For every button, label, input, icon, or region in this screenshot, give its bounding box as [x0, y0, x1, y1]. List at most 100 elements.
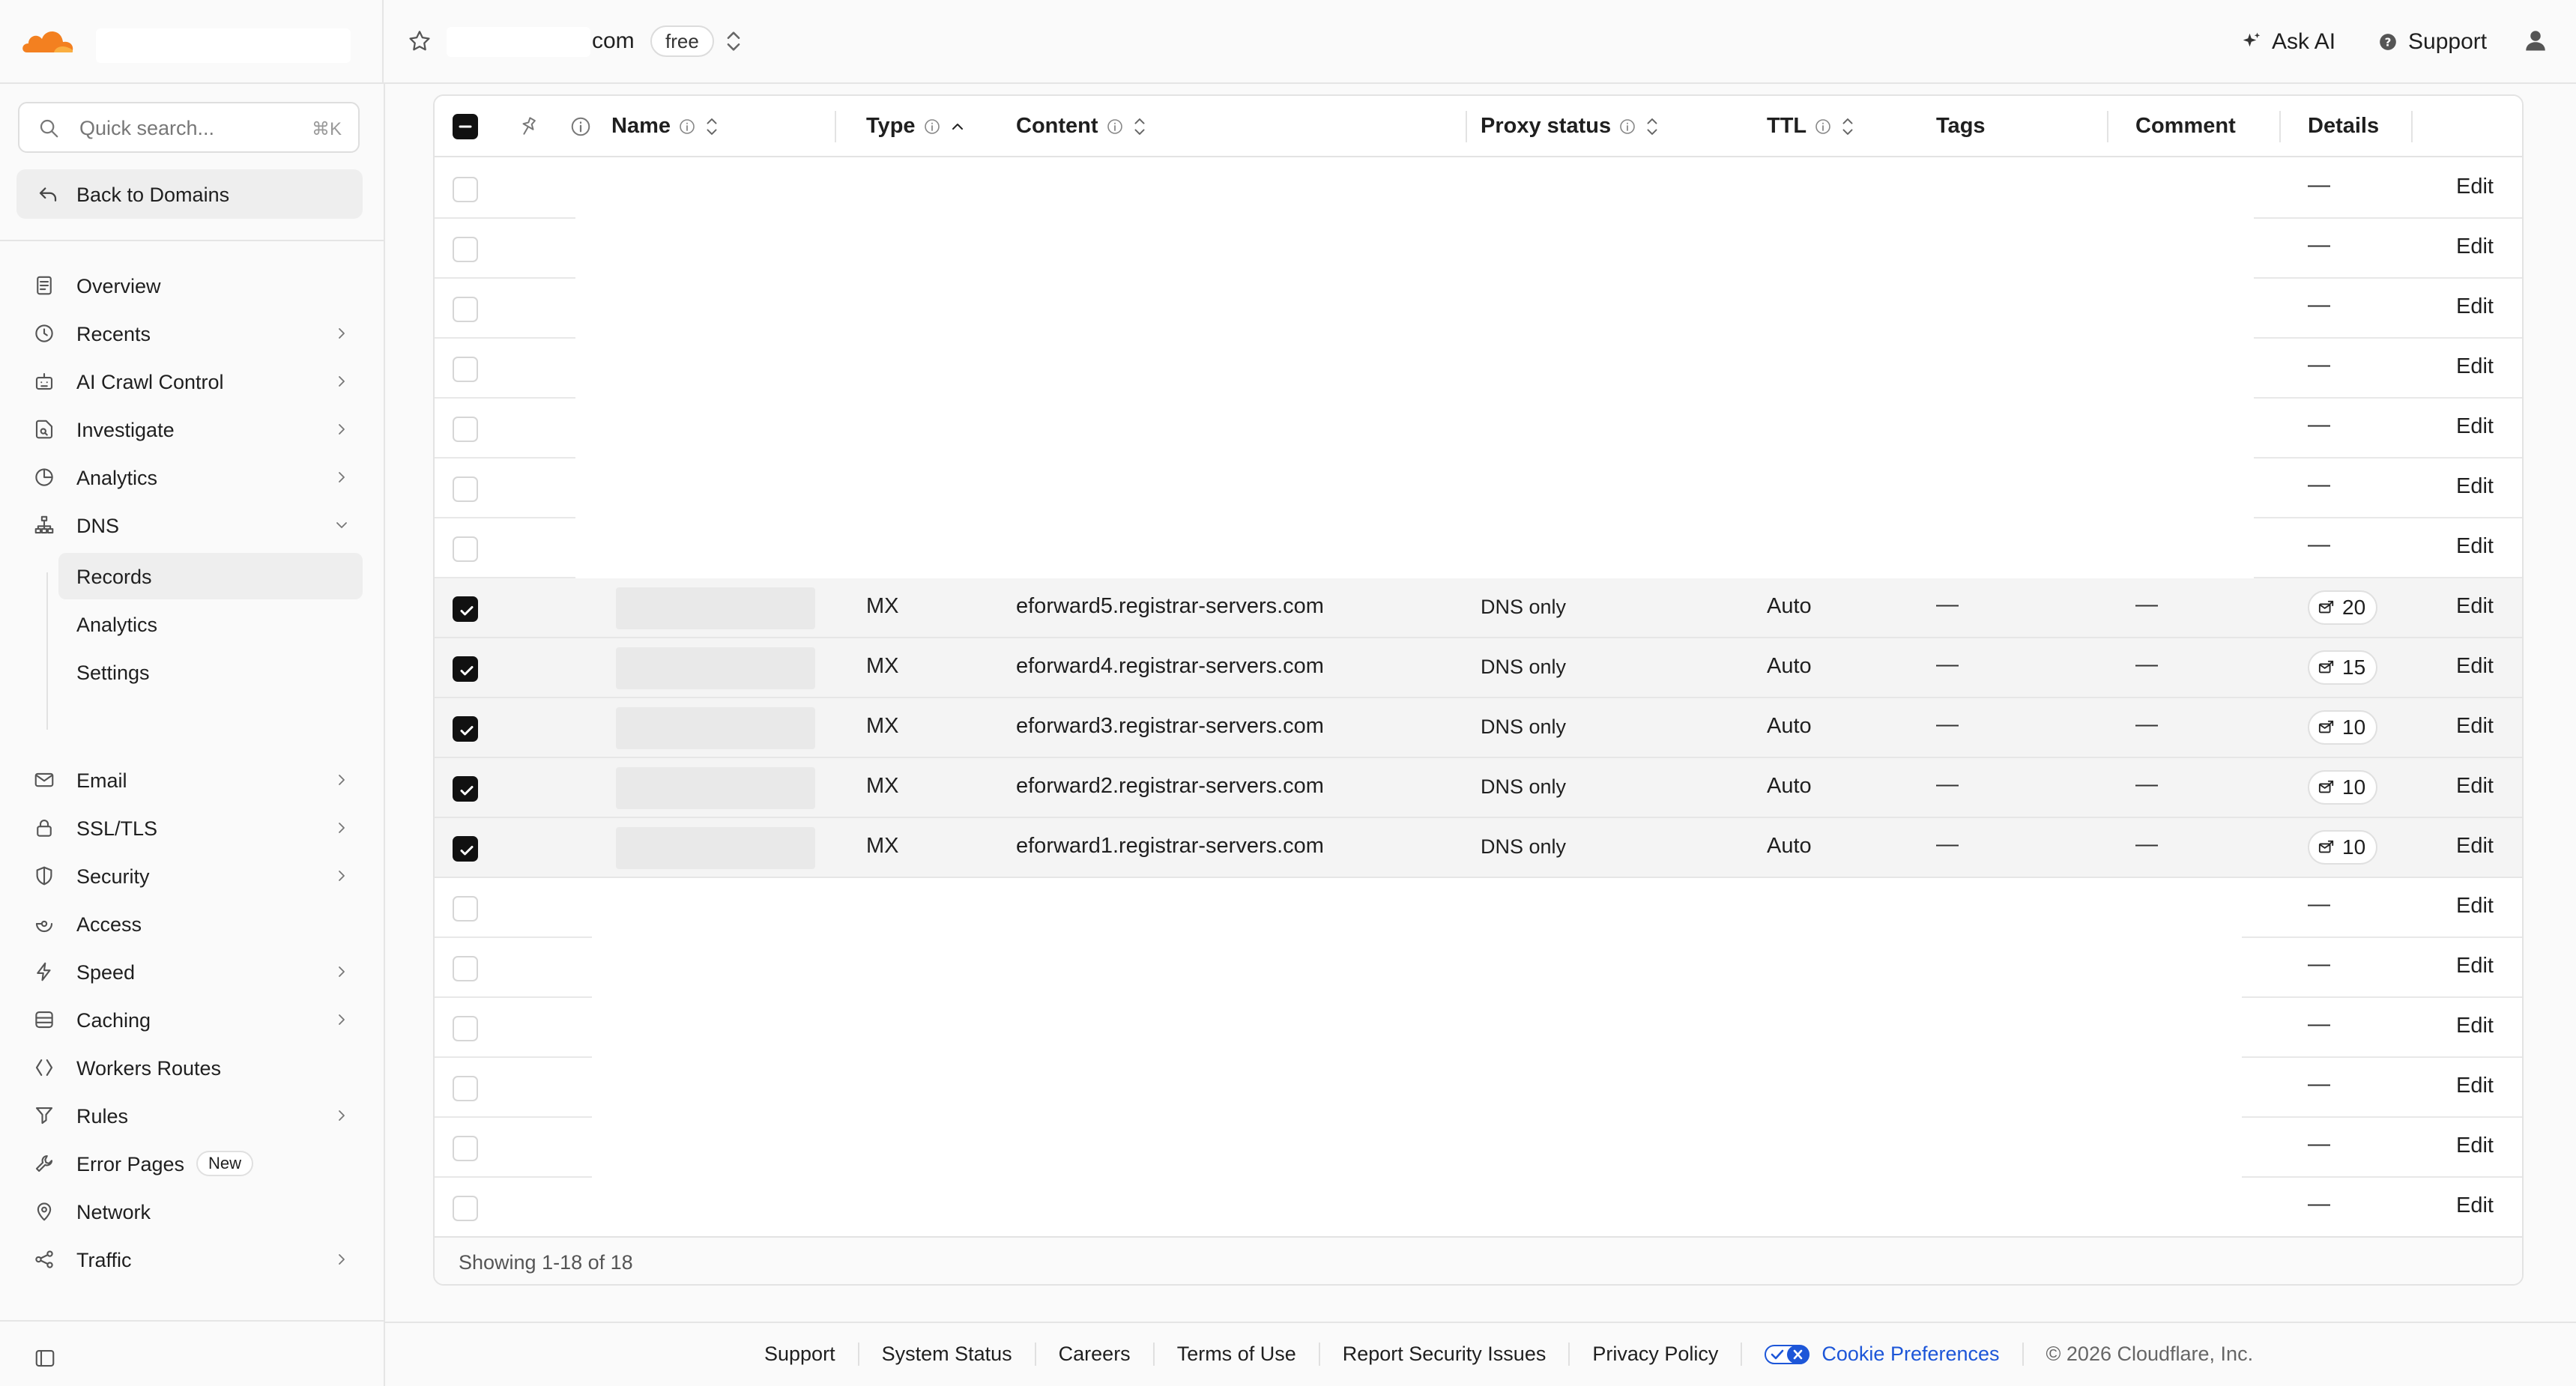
- back-to-domains-button[interactable]: Back to Domains: [16, 169, 363, 219]
- row-checkbox[interactable]: [453, 656, 478, 682]
- column-header-type[interactable]: Type: [866, 114, 967, 139]
- table-row[interactable]: — Edit: [435, 998, 2522, 1058]
- footer-link-terms-of-use[interactable]: Terms of Use: [1155, 1343, 1320, 1366]
- edit-button[interactable]: Edit: [2456, 534, 2494, 559]
- sidebar-item-dns[interactable]: DNS: [16, 502, 363, 548]
- column-header-ttl[interactable]: TTL: [1767, 114, 1856, 139]
- sidebar-item-ssl-tls[interactable]: SSL/TLS: [16, 805, 363, 851]
- table-row[interactable]: — Edit: [435, 878, 2522, 938]
- collapse-sidebar-icon[interactable]: [33, 1347, 57, 1370]
- row-checkbox[interactable]: [453, 417, 478, 442]
- row-checkbox[interactable]: [453, 896, 478, 922]
- column-header-name[interactable]: Name: [611, 114, 720, 139]
- table-row[interactable]: — Edit: [435, 339, 2522, 399]
- table-row[interactable]: MX eforward5.registrar-servers.com DNS o…: [435, 578, 2522, 638]
- sidebar-item-security[interactable]: Security: [16, 853, 363, 899]
- sidebar-subitem-dns-records[interactable]: Records: [58, 553, 363, 599]
- row-checkbox[interactable]: [453, 1196, 478, 1221]
- row-checkbox[interactable]: [453, 716, 478, 742]
- edit-button[interactable]: Edit: [2456, 175, 2494, 199]
- info-icon[interactable]: [569, 115, 592, 138]
- edit-button[interactable]: Edit: [2456, 414, 2494, 439]
- row-checkbox[interactable]: [453, 956, 478, 981]
- zone-switcher-icon[interactable]: [722, 28, 745, 54]
- footer-link-system-status[interactable]: System Status: [859, 1343, 1036, 1366]
- cloudflare-logo-icon[interactable]: [19, 22, 76, 58]
- edit-button[interactable]: Edit: [2456, 594, 2494, 619]
- sidebar-item-network[interactable]: Network: [16, 1188, 363, 1235]
- row-checkbox[interactable]: [453, 1076, 478, 1101]
- table-row[interactable]: — Edit: [435, 1178, 2522, 1238]
- star-icon[interactable]: [407, 28, 432, 54]
- row-checkbox[interactable]: [453, 177, 478, 202]
- table-row[interactable]: — Edit: [435, 219, 2522, 279]
- row-checkbox[interactable]: [453, 297, 478, 322]
- sidebar-item-investigate[interactable]: Investigate: [16, 406, 363, 453]
- edit-button[interactable]: Edit: [2456, 654, 2494, 679]
- sidebar-item-analytics[interactable]: Analytics: [16, 454, 363, 500]
- sidebar-subitem-dns-analytics[interactable]: Analytics: [58, 601, 363, 647]
- table-row[interactable]: MX eforward2.registrar-servers.com DNS o…: [435, 758, 2522, 818]
- table-row[interactable]: MX eforward1.registrar-servers.com DNS o…: [435, 818, 2522, 878]
- sidebar-item-ai-crawl-control[interactable]: AI Crawl Control: [16, 358, 363, 405]
- sidebar-item-caching[interactable]: Caching: [16, 996, 363, 1043]
- row-checkbox[interactable]: [453, 836, 478, 862]
- edit-button[interactable]: Edit: [2456, 1074, 2494, 1098]
- table-row[interactable]: MX eforward3.registrar-servers.com DNS o…: [435, 698, 2522, 758]
- sidebar-item-email[interactable]: Email: [16, 757, 363, 803]
- sidebar-item-recents[interactable]: Recents: [16, 310, 363, 357]
- edit-button[interactable]: Edit: [2456, 294, 2494, 319]
- edit-button[interactable]: Edit: [2456, 234, 2494, 259]
- sidebar-item-rules[interactable]: Rules: [16, 1092, 363, 1139]
- table-row[interactable]: MX eforward4.registrar-servers.com DNS o…: [435, 638, 2522, 698]
- row-checkbox[interactable]: [453, 1136, 478, 1161]
- row-checkbox[interactable]: [453, 776, 478, 802]
- pin-column-icon[interactable]: [517, 115, 539, 138]
- edit-button[interactable]: Edit: [2456, 354, 2494, 379]
- user-icon[interactable]: [2522, 27, 2549, 54]
- table-row[interactable]: — Edit: [435, 279, 2522, 339]
- ask-ai-button[interactable]: Ask AI: [2240, 25, 2335, 58]
- sidebar-item-workers-routes[interactable]: Workers Routes: [16, 1044, 363, 1091]
- footer-link-report-security-issues[interactable]: Report Security Issues: [1320, 1343, 1570, 1366]
- edit-button[interactable]: Edit: [2456, 954, 2494, 978]
- row-checkbox[interactable]: [453, 596, 478, 622]
- support-button[interactable]: ? Support: [2378, 25, 2487, 58]
- sort-icon: [1647, 118, 1657, 135]
- table-row[interactable]: — Edit: [435, 159, 2522, 219]
- sidebar-item-error-pages[interactable]: Error Pages New: [16, 1140, 363, 1187]
- footer-link-support[interactable]: Support: [764, 1343, 859, 1366]
- row-checkbox[interactable]: [453, 357, 478, 382]
- row-checkbox[interactable]: [453, 237, 478, 262]
- row-checkbox[interactable]: [453, 476, 478, 502]
- table-row[interactable]: — Edit: [435, 1118, 2522, 1178]
- sidebar-item-traffic[interactable]: Traffic: [16, 1236, 363, 1283]
- edit-button[interactable]: Edit: [2456, 474, 2494, 499]
- select-all-checkbox[interactable]: [453, 114, 478, 139]
- sidebar-item-speed[interactable]: Speed: [16, 948, 363, 995]
- edit-button[interactable]: Edit: [2456, 1134, 2494, 1158]
- column-header-proxy-status[interactable]: Proxy status: [1481, 114, 1660, 139]
- footer-link-careers[interactable]: Careers: [1036, 1343, 1155, 1366]
- edit-button[interactable]: Edit: [2456, 1014, 2494, 1038]
- account-name-redacted[interactable]: [96, 28, 351, 63]
- row-checkbox[interactable]: [453, 536, 478, 562]
- row-checkbox[interactable]: [453, 1016, 478, 1041]
- quick-search-input[interactable]: Quick search... ⌘K: [18, 102, 360, 153]
- sidebar-item-access[interactable]: Access: [16, 901, 363, 947]
- edit-button[interactable]: Edit: [2456, 894, 2494, 919]
- edit-button[interactable]: Edit: [2456, 834, 2494, 859]
- sidebar-subitem-dns-settings[interactable]: Settings: [58, 649, 363, 695]
- table-row[interactable]: — Edit: [435, 938, 2522, 998]
- cookie-preferences-link[interactable]: Cookie Preferences: [1742, 1343, 2024, 1366]
- edit-button[interactable]: Edit: [2456, 1193, 2494, 1218]
- table-row[interactable]: — Edit: [435, 518, 2522, 578]
- table-row[interactable]: — Edit: [435, 1058, 2522, 1118]
- edit-button[interactable]: Edit: [2456, 774, 2494, 799]
- table-row[interactable]: — Edit: [435, 459, 2522, 518]
- edit-button[interactable]: Edit: [2456, 714, 2494, 739]
- footer-link-privacy-policy[interactable]: Privacy Policy: [1570, 1343, 1743, 1366]
- column-header-content[interactable]: Content: [1016, 114, 1148, 139]
- table-row[interactable]: — Edit: [435, 399, 2522, 459]
- sidebar-item-overview[interactable]: Overview: [16, 262, 363, 309]
